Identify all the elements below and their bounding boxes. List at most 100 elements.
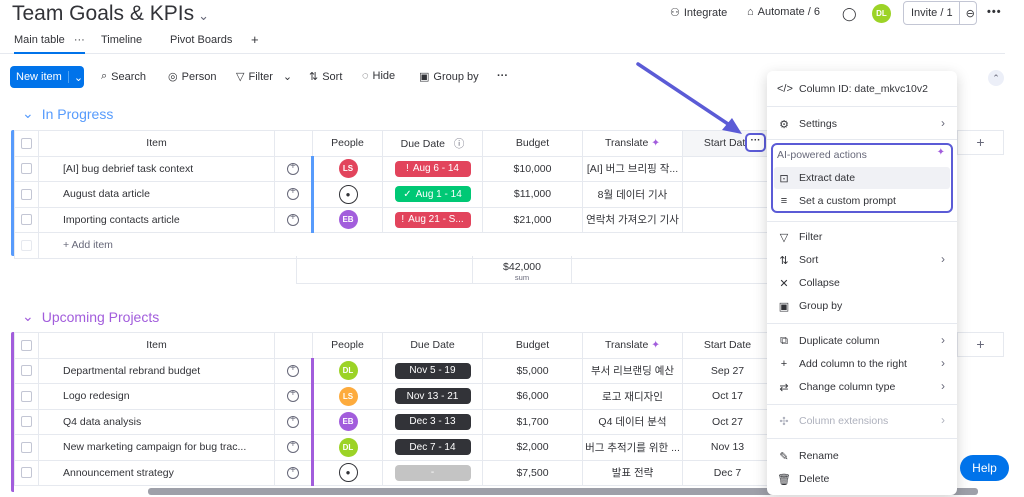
timeline-pill[interactable]: ! Aug 21 - S... <box>394 211 471 228</box>
table-row[interactable]: August data article ● ✓Aug 1 - 14 $11,00… <box>14 181 773 208</box>
translate-cell[interactable]: Q4 데이터 분석 <box>582 408 683 435</box>
column-header-due-date[interactable]: Due Date <box>382 332 483 359</box>
tab-timeline[interactable]: Timeline <box>101 34 142 46</box>
new-item-button[interactable]: New item ⌄ <box>10 66 84 88</box>
row-checkbox[interactable] <box>21 390 32 402</box>
budget-cell[interactable]: $1,700 <box>482 408 583 435</box>
translate-cell[interactable]: 발표 전략 <box>582 459 683 486</box>
start-date-cell[interactable]: Nov 13 <box>682 434 773 461</box>
menu-collapse[interactable]: ✕ Collapse <box>777 272 949 294</box>
start-date-cell[interactable] <box>682 206 773 233</box>
avatar[interactable]: LS <box>338 159 358 179</box>
timeline-pill[interactable]: - <box>394 464 471 481</box>
item-name[interactable]: Q4 data analysis <box>38 408 275 435</box>
row-checkbox[interactable] <box>21 188 32 200</box>
start-date-cell[interactable]: Oct 27 <box>682 408 773 435</box>
column-header-budget[interactable]: Budget <box>482 332 583 359</box>
add-view-icon[interactable]: + <box>251 32 259 47</box>
group-title-in-progress[interactable]: ⌄ In Progress <box>22 105 113 122</box>
chevron-down-icon[interactable]: ⌄ <box>69 71 83 84</box>
search-button[interactable]: ⌕ Search <box>101 70 146 83</box>
menu-filter[interactable]: ▽ Filter <box>777 226 949 248</box>
item-name[interactable]: Departmental rebrand budget <box>38 357 275 384</box>
chevron-down-icon[interactable]: ⌄ <box>22 105 34 122</box>
start-date-cell[interactable] <box>682 155 773 182</box>
add-update-icon[interactable] <box>287 388 299 403</box>
column-header-due-date[interactable]: Due Date ⓘ <box>382 130 483 157</box>
budget-cell[interactable]: $5,000 <box>482 357 583 384</box>
item-name[interactable]: Logo redesign <box>38 383 275 410</box>
menu-custom-prompt[interactable]: ≡ Set a custom prompt <box>777 190 949 212</box>
add-column-icon[interactable]: + <box>957 130 1004 155</box>
table-row[interactable]: Announcement strategy ● - $7,500 발표 전략 D… <box>14 459 773 486</box>
group-title-upcoming-projects[interactable]: ⌄ Upcoming Projects <box>22 308 159 325</box>
select-all-checkbox[interactable] <box>21 137 32 149</box>
budget-cell[interactable]: $7,500 <box>482 459 583 486</box>
add-item-input[interactable]: + Add item <box>38 232 773 259</box>
board-title[interactable]: Team Goals & KPIs ⌄ <box>12 2 209 26</box>
menu-column-id[interactable]: </> Column ID: date_mkvc10v2 <box>777 78 949 100</box>
add-update-icon[interactable] <box>287 212 299 226</box>
filter-button[interactable]: ▽ Filter ⌄ <box>236 70 292 84</box>
column-header-item[interactable]: Item <box>38 332 275 359</box>
item-name[interactable]: [AI] bug debrief task context <box>38 155 275 182</box>
tab-pivot-boards[interactable]: Pivot Boards <box>170 34 232 46</box>
person-icon[interactable]: ● <box>338 184 358 204</box>
item-name[interactable]: Announcement strategy <box>38 459 275 486</box>
table-row[interactable]: [AI] bug debrief task context LS !Aug 6 … <box>14 155 773 182</box>
start-date-cell[interactable]: Dec 7 <box>682 459 773 486</box>
start-date-cell[interactable]: Sep 27 <box>682 357 773 384</box>
integrate-button[interactable]: ⚇ Integrate <box>670 6 727 20</box>
chevron-down-icon[interactable]: ⌄ <box>22 308 34 325</box>
timeline-pill[interactable]: Dec 3 - 13 <box>394 413 471 430</box>
table-row[interactable]: New marketing campaign for bug trac... D… <box>14 434 773 461</box>
budget-cell[interactable]: $21,000 <box>482 206 583 233</box>
start-date-cell[interactable] <box>682 181 773 208</box>
menu-extract-date[interactable]: ⊡ Extract date <box>774 167 950 189</box>
group-by-button[interactable]: ▣ Group by <box>419 70 479 84</box>
column-header-item[interactable]: Item <box>38 130 275 157</box>
link-icon[interactable]: ⊖ <box>960 7 975 20</box>
table-row[interactable]: Importing contacts article EB !Aug 21 - … <box>14 206 773 233</box>
column-header-translate[interactable]: Translate ✦ <box>582 332 683 359</box>
avatar[interactable]: EB <box>338 412 358 432</box>
translate-cell[interactable]: 8월 데이터 기사 <box>582 181 683 208</box>
row-checkbox[interactable] <box>21 467 32 479</box>
chevron-down-icon[interactable]: ⌄ <box>198 8 209 23</box>
add-update-icon[interactable] <box>287 186 299 201</box>
menu-settings[interactable]: ⚙ Settings › <box>777 113 949 135</box>
add-update-icon[interactable] <box>287 161 299 175</box>
hide-button[interactable]: ◌ Hide <box>362 70 395 82</box>
menu-add-column-right[interactable]: + Add column to the right › <box>777 353 949 375</box>
column-header-people[interactable]: People <box>312 130 383 157</box>
table-row[interactable]: Departmental rebrand budget DL Nov 5 - 1… <box>14 357 773 384</box>
menu-change-column-type[interactable]: ⇄ Change column type › <box>777 376 949 398</box>
sort-button[interactable]: ⇅ Sort <box>309 70 342 84</box>
item-name[interactable]: New marketing campaign for bug trac... <box>38 434 275 461</box>
add-update-icon[interactable] <box>287 363 299 377</box>
budget-cell[interactable]: $2,000 <box>482 434 583 461</box>
timeline-pill[interactable]: Dec 7 - 14 <box>394 439 471 456</box>
item-name[interactable]: August data article <box>38 181 275 208</box>
updates-icon[interactable]: ◯ <box>842 6 857 22</box>
add-item-row[interactable]: + Add item <box>14 232 773 259</box>
invite-button[interactable]: Invite / 1 ⊖ <box>903 1 977 25</box>
info-icon[interactable]: ⓘ <box>454 138 465 150</box>
automate-button[interactable]: ⌂ Automate / 6 <box>747 6 820 18</box>
add-update-icon[interactable] <box>287 414 299 428</box>
translate-cell[interactable]: 로고 재디자인 <box>582 383 683 410</box>
column-header-budget[interactable]: Budget <box>482 130 583 157</box>
add-update-icon[interactable] <box>287 465 299 479</box>
chevron-down-icon[interactable]: ⌄ <box>283 70 292 83</box>
row-checkbox[interactable] <box>21 163 32 175</box>
avatar[interactable]: DL <box>338 437 358 457</box>
menu-delete[interactable]: 🗑 Delete <box>777 468 949 490</box>
table-row[interactable]: Logo redesign LS Nov 13 - 21 $6,000 로고 재… <box>14 383 773 410</box>
row-checkbox[interactable] <box>21 214 32 226</box>
timeline-pill[interactable]: ✓ Aug 1 - 14 <box>394 186 471 203</box>
start-date-cell[interactable]: Oct 17 <box>682 383 773 410</box>
more-icon[interactable]: ··· <box>497 70 508 82</box>
tab-options-icon[interactable]: ··· <box>74 34 85 46</box>
row-checkbox[interactable] <box>21 416 32 428</box>
item-name[interactable]: Importing contacts article <box>38 206 275 233</box>
